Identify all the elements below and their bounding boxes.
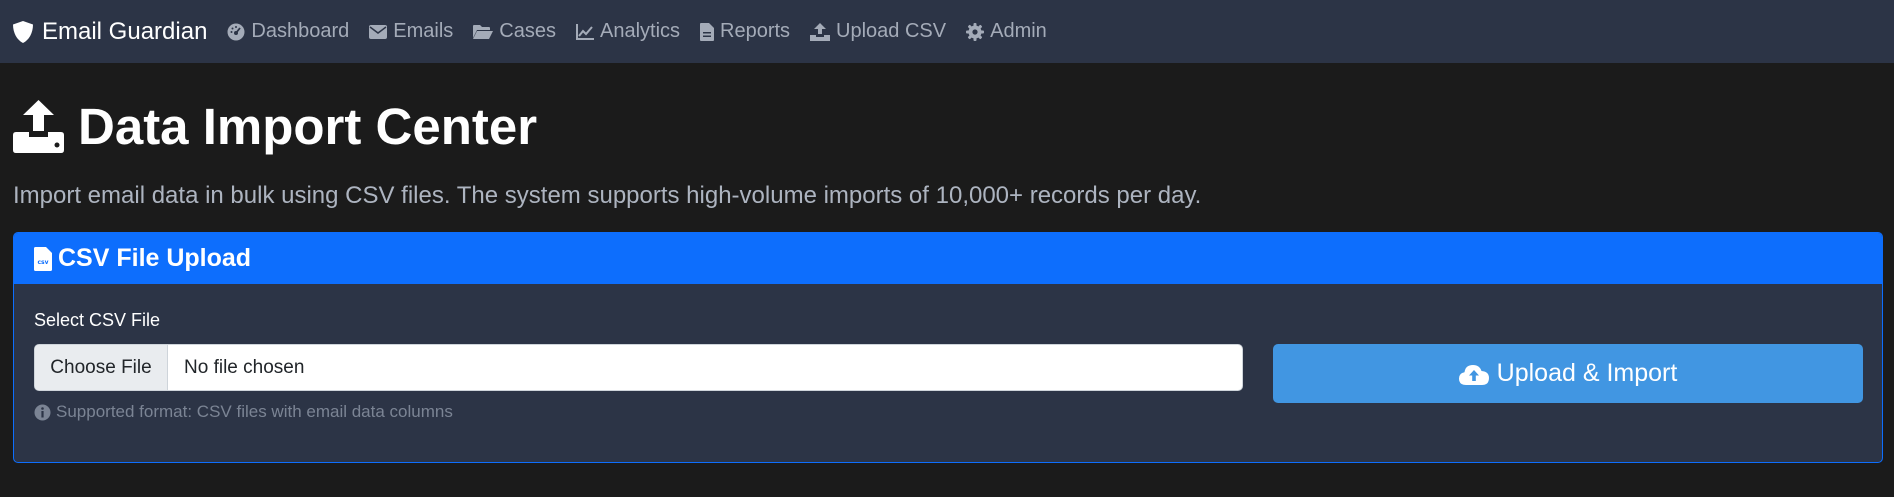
csv-upload-card: csv CSV File Upload Select CSV File Choo… bbox=[13, 232, 1883, 463]
card-header: csv CSV File Upload bbox=[14, 233, 1882, 284]
file-csv-icon: csv bbox=[34, 246, 52, 271]
envelope-icon bbox=[369, 24, 388, 39]
dashboard-icon bbox=[227, 23, 245, 40]
chart-line-icon bbox=[575, 23, 594, 40]
nav-dashboard-label: Dashboard bbox=[251, 20, 350, 42]
nav-analytics[interactable]: Analytics bbox=[575, 20, 681, 43]
nav-admin-label: Admin bbox=[990, 20, 1047, 42]
card-body: Select CSV File Choose File No file chos… bbox=[14, 284, 1882, 462]
nav-emails[interactable]: Emails bbox=[369, 20, 453, 43]
file-field-label: Select CSV File bbox=[34, 310, 161, 330]
page-title-text: Data Import Center bbox=[78, 97, 538, 155]
page-title: Data Import Center bbox=[13, 95, 1881, 157]
folder-icon bbox=[473, 24, 494, 39]
svg-text:csv: csv bbox=[37, 259, 48, 266]
nav-admin[interactable]: Admin bbox=[966, 20, 1047, 43]
help-text-label: Supported format: CSV files with email d… bbox=[56, 402, 453, 421]
page-description: Import email data in bulk using CSV file… bbox=[13, 182, 1202, 209]
cloud-upload-icon bbox=[1458, 364, 1489, 385]
file-icon bbox=[700, 22, 715, 41]
nav-emails-label: Emails bbox=[393, 20, 454, 42]
upload-icon bbox=[810, 22, 831, 41]
top-navbar: Email Guardian Dashboard Emails Cases An… bbox=[0, 0, 1894, 63]
choose-file-button[interactable]: Choose File bbox=[35, 345, 168, 390]
nav-upload-csv[interactable]: Upload CSV bbox=[810, 20, 946, 43]
gear-icon bbox=[966, 22, 985, 41]
file-status-text: No file chosen bbox=[184, 356, 305, 378]
nav-cases-label: Cases bbox=[499, 20, 556, 42]
csv-file-input[interactable]: Choose File No file chosen bbox=[34, 344, 1243, 391]
info-circle-icon bbox=[34, 404, 51, 420]
nav-reports-label: Reports bbox=[720, 20, 791, 42]
nav-cases[interactable]: Cases bbox=[473, 20, 556, 43]
brand-link[interactable]: Email Guardian bbox=[12, 18, 207, 46]
brand-name: Email Guardian bbox=[42, 17, 208, 45]
main-content: Data Import Center Import email data in … bbox=[0, 95, 1894, 463]
shield-icon bbox=[13, 20, 33, 43]
card-title: CSV File Upload bbox=[58, 244, 252, 272]
upload-icon bbox=[13, 99, 64, 153]
upload-import-button[interactable]: Upload & Import bbox=[1273, 344, 1863, 403]
nav-upload-csv-label: Upload CSV bbox=[836, 20, 947, 42]
help-text: Supported format: CSV files with email d… bbox=[34, 402, 453, 422]
nav-reports[interactable]: Reports bbox=[700, 20, 790, 43]
nav-analytics-label: Analytics bbox=[599, 20, 681, 42]
nav-dashboard[interactable]: Dashboard bbox=[227, 20, 349, 43]
upload-import-label: Upload & Import bbox=[1496, 359, 1678, 387]
